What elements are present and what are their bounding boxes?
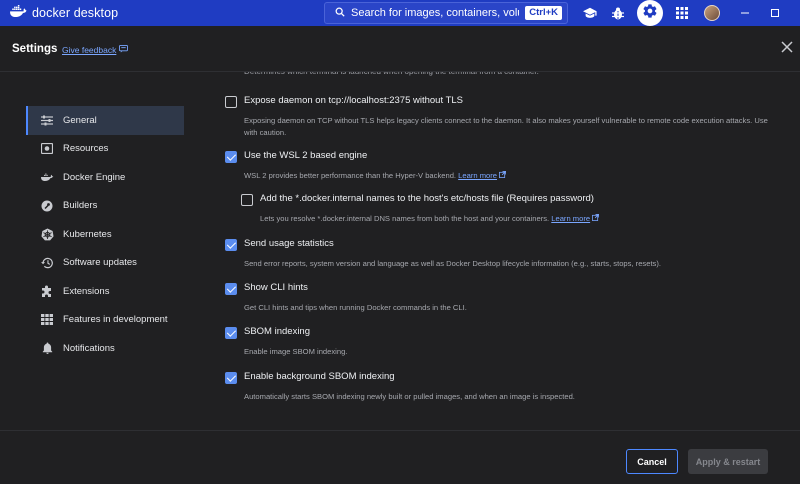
sidebar-item-software-updates[interactable]: Software updates bbox=[26, 249, 184, 278]
docker-internal-hosts-checkbox[interactable] bbox=[241, 194, 253, 206]
show-cli-hints-checkbox[interactable] bbox=[225, 283, 237, 295]
option-description: Send error reports, system version and l… bbox=[244, 259, 661, 268]
grid-icon bbox=[40, 313, 54, 327]
wrench-icon bbox=[40, 199, 54, 213]
option-description-text: Lets you resolve *.docker.internal DNS n… bbox=[260, 214, 550, 223]
learn-more-link[interactable]: Learn more bbox=[551, 214, 590, 223]
sidebar-item-extensions[interactable]: Extensions bbox=[26, 277, 184, 306]
settings-content: Determines which terminal is launched wh… bbox=[224, 72, 784, 430]
give-feedback-label: Give feedback bbox=[62, 45, 117, 55]
option-label: Send usage statistics bbox=[244, 238, 334, 249]
wsl2-engine-checkbox[interactable] bbox=[225, 151, 237, 163]
puzzle-icon bbox=[40, 284, 54, 298]
option-label: Expose daemon on tcp://localhost:2375 wi… bbox=[244, 95, 463, 106]
app-name: docker desktop bbox=[32, 6, 119, 20]
apps-grid-icon[interactable] bbox=[672, 3, 692, 23]
search-placeholder: Search for images, containers, volume... bbox=[351, 7, 519, 19]
option-description: Get CLI hints and tips when running Dock… bbox=[244, 303, 467, 312]
option-description: Automatically starts SBOM indexing newly… bbox=[244, 392, 575, 401]
bell-icon bbox=[40, 341, 54, 355]
search-shortcut: Ctrl+K bbox=[525, 6, 562, 20]
option-label: SBOM indexing bbox=[244, 326, 311, 337]
global-search-bar[interactable]: Search for images, containers, volume...… bbox=[324, 2, 568, 24]
sidebar-item-general[interactable]: General bbox=[26, 106, 184, 135]
sidebar-item-docker-engine[interactable]: Docker Engine bbox=[26, 163, 184, 192]
apply-restart-button[interactable]: Apply & restart bbox=[688, 449, 768, 474]
sidebar-item-features-in-development[interactable]: Features in development bbox=[26, 306, 184, 335]
sidebar-item-notifications[interactable]: Notifications bbox=[26, 334, 184, 363]
search-icon bbox=[335, 4, 345, 22]
expose-daemon-checkbox[interactable] bbox=[225, 96, 237, 108]
background-sbom-indexing-checkbox[interactable] bbox=[225, 372, 237, 384]
whale-icon bbox=[40, 170, 54, 184]
settings-gear-button[interactable] bbox=[637, 0, 663, 26]
resources-icon bbox=[40, 142, 54, 156]
sliders-icon bbox=[40, 113, 54, 127]
troubleshoot-bug-icon[interactable] bbox=[608, 3, 628, 23]
option-description-text: WSL 2 provides better performance than t… bbox=[244, 171, 457, 180]
option-description: Exposing daemon on TCP without TLS helps… bbox=[244, 116, 768, 137]
learn-more-link[interactable]: Learn more bbox=[458, 171, 497, 180]
sidebar-item-label: Extensions bbox=[63, 285, 110, 297]
sidebar-item-label: Kubernetes bbox=[63, 228, 112, 240]
user-avatar[interactable] bbox=[704, 5, 720, 21]
learning-center-icon[interactable] bbox=[580, 3, 600, 23]
sidebar-item-label: Software updates bbox=[63, 257, 137, 269]
title-bar: docker desktop Search for images, contai… bbox=[0, 0, 800, 26]
cancel-button[interactable]: Cancel bbox=[626, 449, 678, 474]
settings-footer: Cancel Apply & restart bbox=[0, 430, 800, 484]
settings-sidebar: General Resources Docker Engine Builders… bbox=[26, 106, 184, 363]
option-label: Add the *.docker.internal names to the h… bbox=[260, 193, 594, 204]
feedback-icon bbox=[116, 45, 129, 55]
option-description: Enable image SBOM indexing. bbox=[244, 347, 348, 356]
gear-icon bbox=[642, 3, 658, 24]
app-brand: docker desktop bbox=[10, 4, 119, 21]
sidebar-item-label: General bbox=[63, 114, 97, 126]
maximize-icon[interactable] bbox=[768, 6, 782, 20]
close-settings-icon[interactable] bbox=[780, 40, 796, 56]
settings-header: Settings Give feedback bbox=[0, 26, 800, 72]
send-usage-statistics-checkbox[interactable] bbox=[225, 239, 237, 251]
sidebar-item-kubernetes[interactable]: Kubernetes bbox=[26, 220, 184, 249]
minimize-icon[interactable] bbox=[738, 6, 752, 20]
sidebar-item-label: Notifications bbox=[63, 342, 115, 354]
docker-whale-icon bbox=[10, 4, 32, 21]
sidebar-item-resources[interactable]: Resources bbox=[26, 135, 184, 164]
history-icon bbox=[40, 256, 54, 270]
option-description: Lets you resolve *.docker.internal DNS n… bbox=[260, 213, 784, 225]
page-title: Settings bbox=[12, 43, 58, 55]
helm-icon bbox=[40, 227, 54, 241]
external-link-icon bbox=[592, 214, 600, 223]
option-label: Use the WSL 2 based engine bbox=[244, 150, 368, 161]
terminal-description-clipped: Determines which terminal is launched wh… bbox=[244, 72, 539, 78]
sidebar-item-label: Docker Engine bbox=[63, 171, 126, 183]
sidebar-item-label: Features in development bbox=[63, 314, 168, 326]
sidebar-item-label: Builders bbox=[63, 200, 98, 212]
option-description: WSL 2 provides better performance than t… bbox=[244, 170, 774, 182]
option-label: Show CLI hints bbox=[244, 282, 308, 293]
give-feedback-link[interactable]: Give feedback bbox=[62, 45, 129, 55]
sidebar-item-label: Resources bbox=[63, 143, 109, 155]
option-label: Enable background SBOM indexing bbox=[244, 371, 395, 382]
external-link-icon bbox=[499, 171, 507, 180]
sidebar-item-builders[interactable]: Builders bbox=[26, 192, 184, 221]
sbom-indexing-checkbox[interactable] bbox=[225, 327, 237, 339]
